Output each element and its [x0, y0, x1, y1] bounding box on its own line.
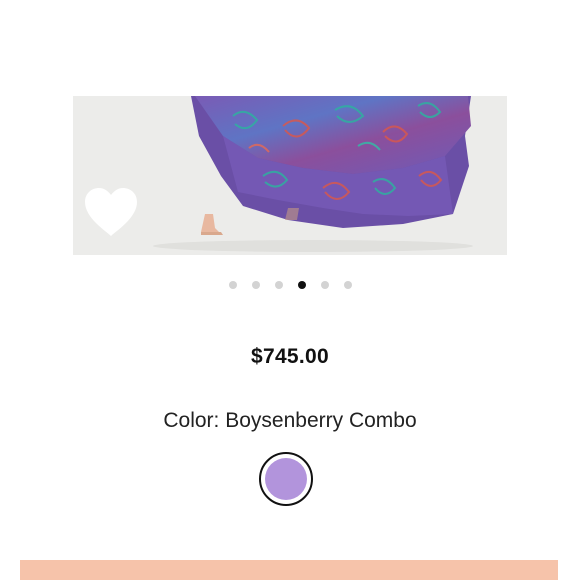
color-swatch-fill	[265, 458, 307, 500]
carousel-dots	[0, 281, 580, 291]
wishlist-button[interactable]	[82, 186, 140, 238]
carousel-dot[interactable]	[274, 281, 283, 289]
color-selection: Color: Boysenberry Combo	[0, 409, 580, 433]
product-price: $745.00	[250, 345, 329, 368]
heart-icon	[85, 188, 137, 236]
carousel-dot[interactable]	[251, 281, 260, 289]
carousel-dot[interactable]	[228, 281, 237, 289]
color-swatch[interactable]	[259, 452, 313, 506]
carousel-dot[interactable]	[343, 281, 352, 289]
carousel-dot[interactable]	[320, 281, 329, 289]
color-name: Boysenberry Combo	[225, 409, 417, 432]
color-label: Color:	[163, 409, 220, 432]
add-to-bag-button[interactable]	[20, 560, 558, 580]
carousel-dot[interactable]	[297, 281, 306, 289]
product-page: $745.00 Color: Boysenberry Combo	[0, 0, 580, 580]
